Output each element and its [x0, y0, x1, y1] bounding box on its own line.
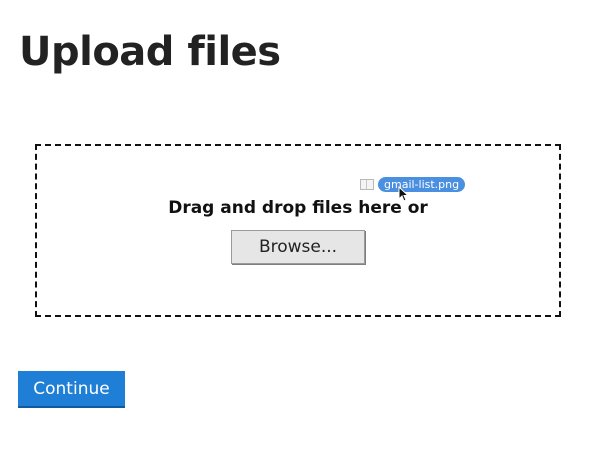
browse-button[interactable]: Browse... — [231, 230, 365, 264]
dragged-file-name: gmail-list.png — [378, 176, 466, 192]
arrow-cursor-icon — [398, 186, 410, 202]
continue-button[interactable]: Continue — [18, 371, 125, 408]
page-title: Upload files — [19, 29, 281, 75]
document-icon — [360, 178, 374, 190]
drag-ghost: gmail-list.png — [360, 176, 466, 192]
file-drop-zone[interactable]: Drag and drop files here or Browse... — [35, 144, 561, 317]
drop-zone-instruction: Drag and drop files here or — [168, 198, 428, 218]
